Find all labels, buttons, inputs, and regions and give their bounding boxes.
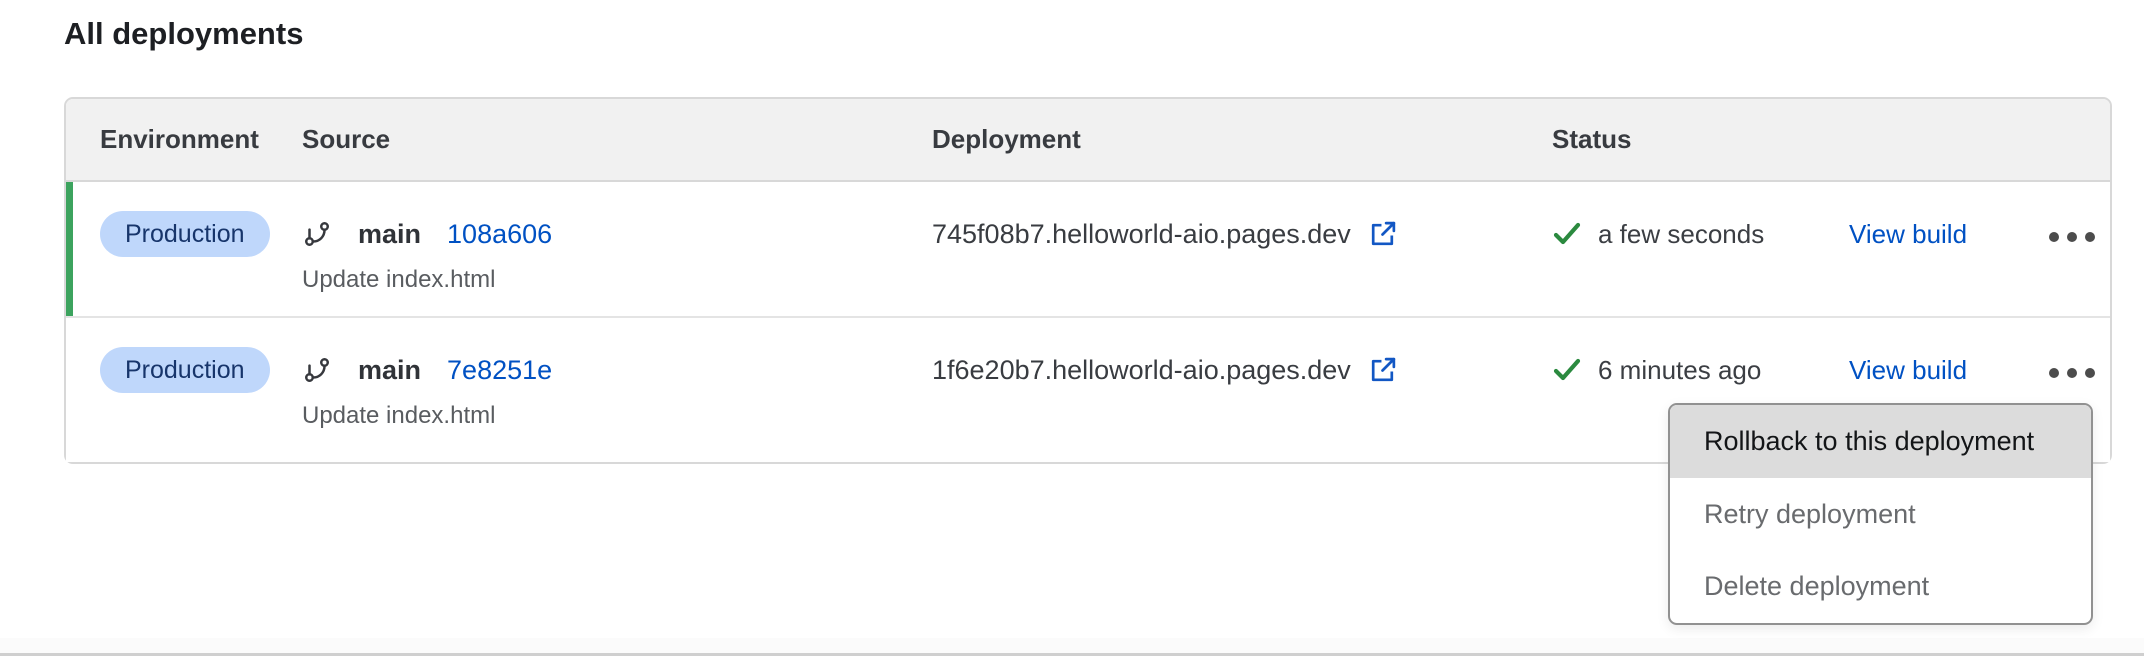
table-header-environment: Environment [100,99,259,180]
table-header-source: Source [302,99,390,180]
table-header-status: Status [1552,99,1631,180]
status-time: 6 minutes ago [1598,355,1761,386]
table-row: Production main 108a606 Update index.htm… [66,182,2110,316]
table-header-row: Environment Source Deployment Status [66,99,2110,182]
commit-message: Update index.html [302,266,495,294]
external-link-icon[interactable] [1367,219,1398,250]
commit-message: Update index.html [302,402,495,430]
git-branch-icon [302,219,332,249]
branch-name: main [358,355,421,386]
view-build-link[interactable]: View build [1849,348,1967,392]
context-menu: Rollback to this deployment Retry deploy… [1668,403,2093,625]
external-link-icon[interactable] [1367,355,1398,386]
success-check-icon [1552,219,1582,249]
table-header-deployment: Deployment [932,99,1081,180]
commit-hash-link[interactable]: 7e8251e [447,355,552,386]
branch-name: main [358,219,421,250]
status-time: a few seconds [1598,219,1764,250]
more-options-button[interactable] [2041,360,2103,386]
commit-hash-link[interactable]: 108a606 [447,219,552,250]
bottom-strip [0,638,2144,653]
menu-item-delete[interactable]: Delete deployment [1670,550,2091,623]
menu-item-rollback[interactable]: Rollback to this deployment [1670,405,2091,478]
bottom-divider [0,653,2144,656]
menu-item-retry[interactable]: Retry deployment [1670,478,2091,551]
deployment-url: 1f6e20b7.helloworld-aio.pages.dev [932,355,1351,386]
page-title: All deployments [64,16,303,52]
ellipsis-icon [2049,232,2095,242]
more-options-button[interactable] [2041,224,2103,250]
git-branch-icon [302,355,332,385]
success-check-icon [1552,355,1582,385]
deployment-url: 745f08b7.helloworld-aio.pages.dev [932,219,1351,250]
ellipsis-icon [2049,368,2095,378]
environment-badge: Production [100,347,270,393]
environment-badge: Production [100,211,270,257]
view-build-link[interactable]: View build [1849,212,1967,256]
